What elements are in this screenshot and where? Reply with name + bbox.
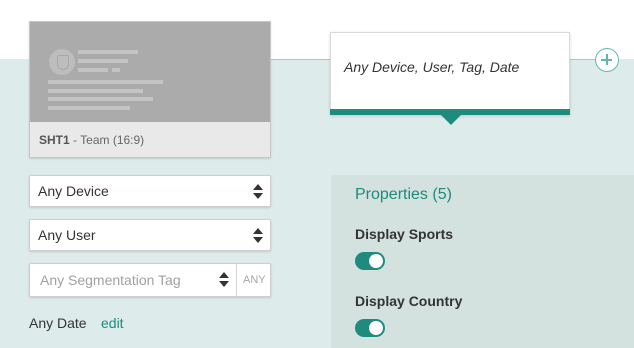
display-sports-toggle[interactable] [355,252,385,270]
properties-panel: Properties (5) Display Sports Display Co… [331,175,634,348]
preview-line [48,89,143,93]
preview-line [48,80,163,84]
device-select-value: Any Device [38,183,109,199]
thumbnail-caption: SHT1 - Team (16:9) [39,133,144,147]
display-country-toggle[interactable] [355,319,385,337]
date-filter-label: Any Date [29,315,87,331]
properties-title: Properties (5) [355,186,452,203]
sort-arrows-icon [253,228,263,244]
targeting-summary-popup[interactable]: Any Device, User, Tag, Date [330,32,570,115]
device-select[interactable]: Any Device [29,175,271,207]
preview-line [48,106,130,110]
preview-line [112,68,120,72]
preview-line [78,50,138,54]
sort-arrows-icon [219,272,229,288]
thumbnail-code: SHT1 [39,133,70,147]
targeting-summary-text: Any Device, User, Tag, Date [344,59,520,75]
sort-arrows-icon [253,184,263,200]
property-label: Display Country [355,293,463,309]
field-divider [236,264,237,296]
thumbnail-title: - Team (16:9) [73,133,145,147]
content-thumbnail-card[interactable]: SHT1 - Team (16:9) [29,21,271,158]
thumbnail-preview [30,22,270,122]
preview-line [78,59,128,63]
add-icon[interactable] [595,48,619,72]
popup-pointer [440,114,462,125]
user-select[interactable]: Any User [29,219,271,251]
user-select-value: Any User [38,227,96,243]
preview-line [78,68,108,72]
any-match-button[interactable]: ANY [243,274,266,286]
preview-line [48,97,153,101]
property-label: Display Sports [355,226,454,242]
segmentation-tag-select[interactable]: Any Segmentation Tag [40,272,181,288]
edit-date-link[interactable]: edit [101,315,124,331]
shield-icon [49,49,75,75]
segmentation-tag-field[interactable]: Any Segmentation Tag ANY [29,263,271,297]
